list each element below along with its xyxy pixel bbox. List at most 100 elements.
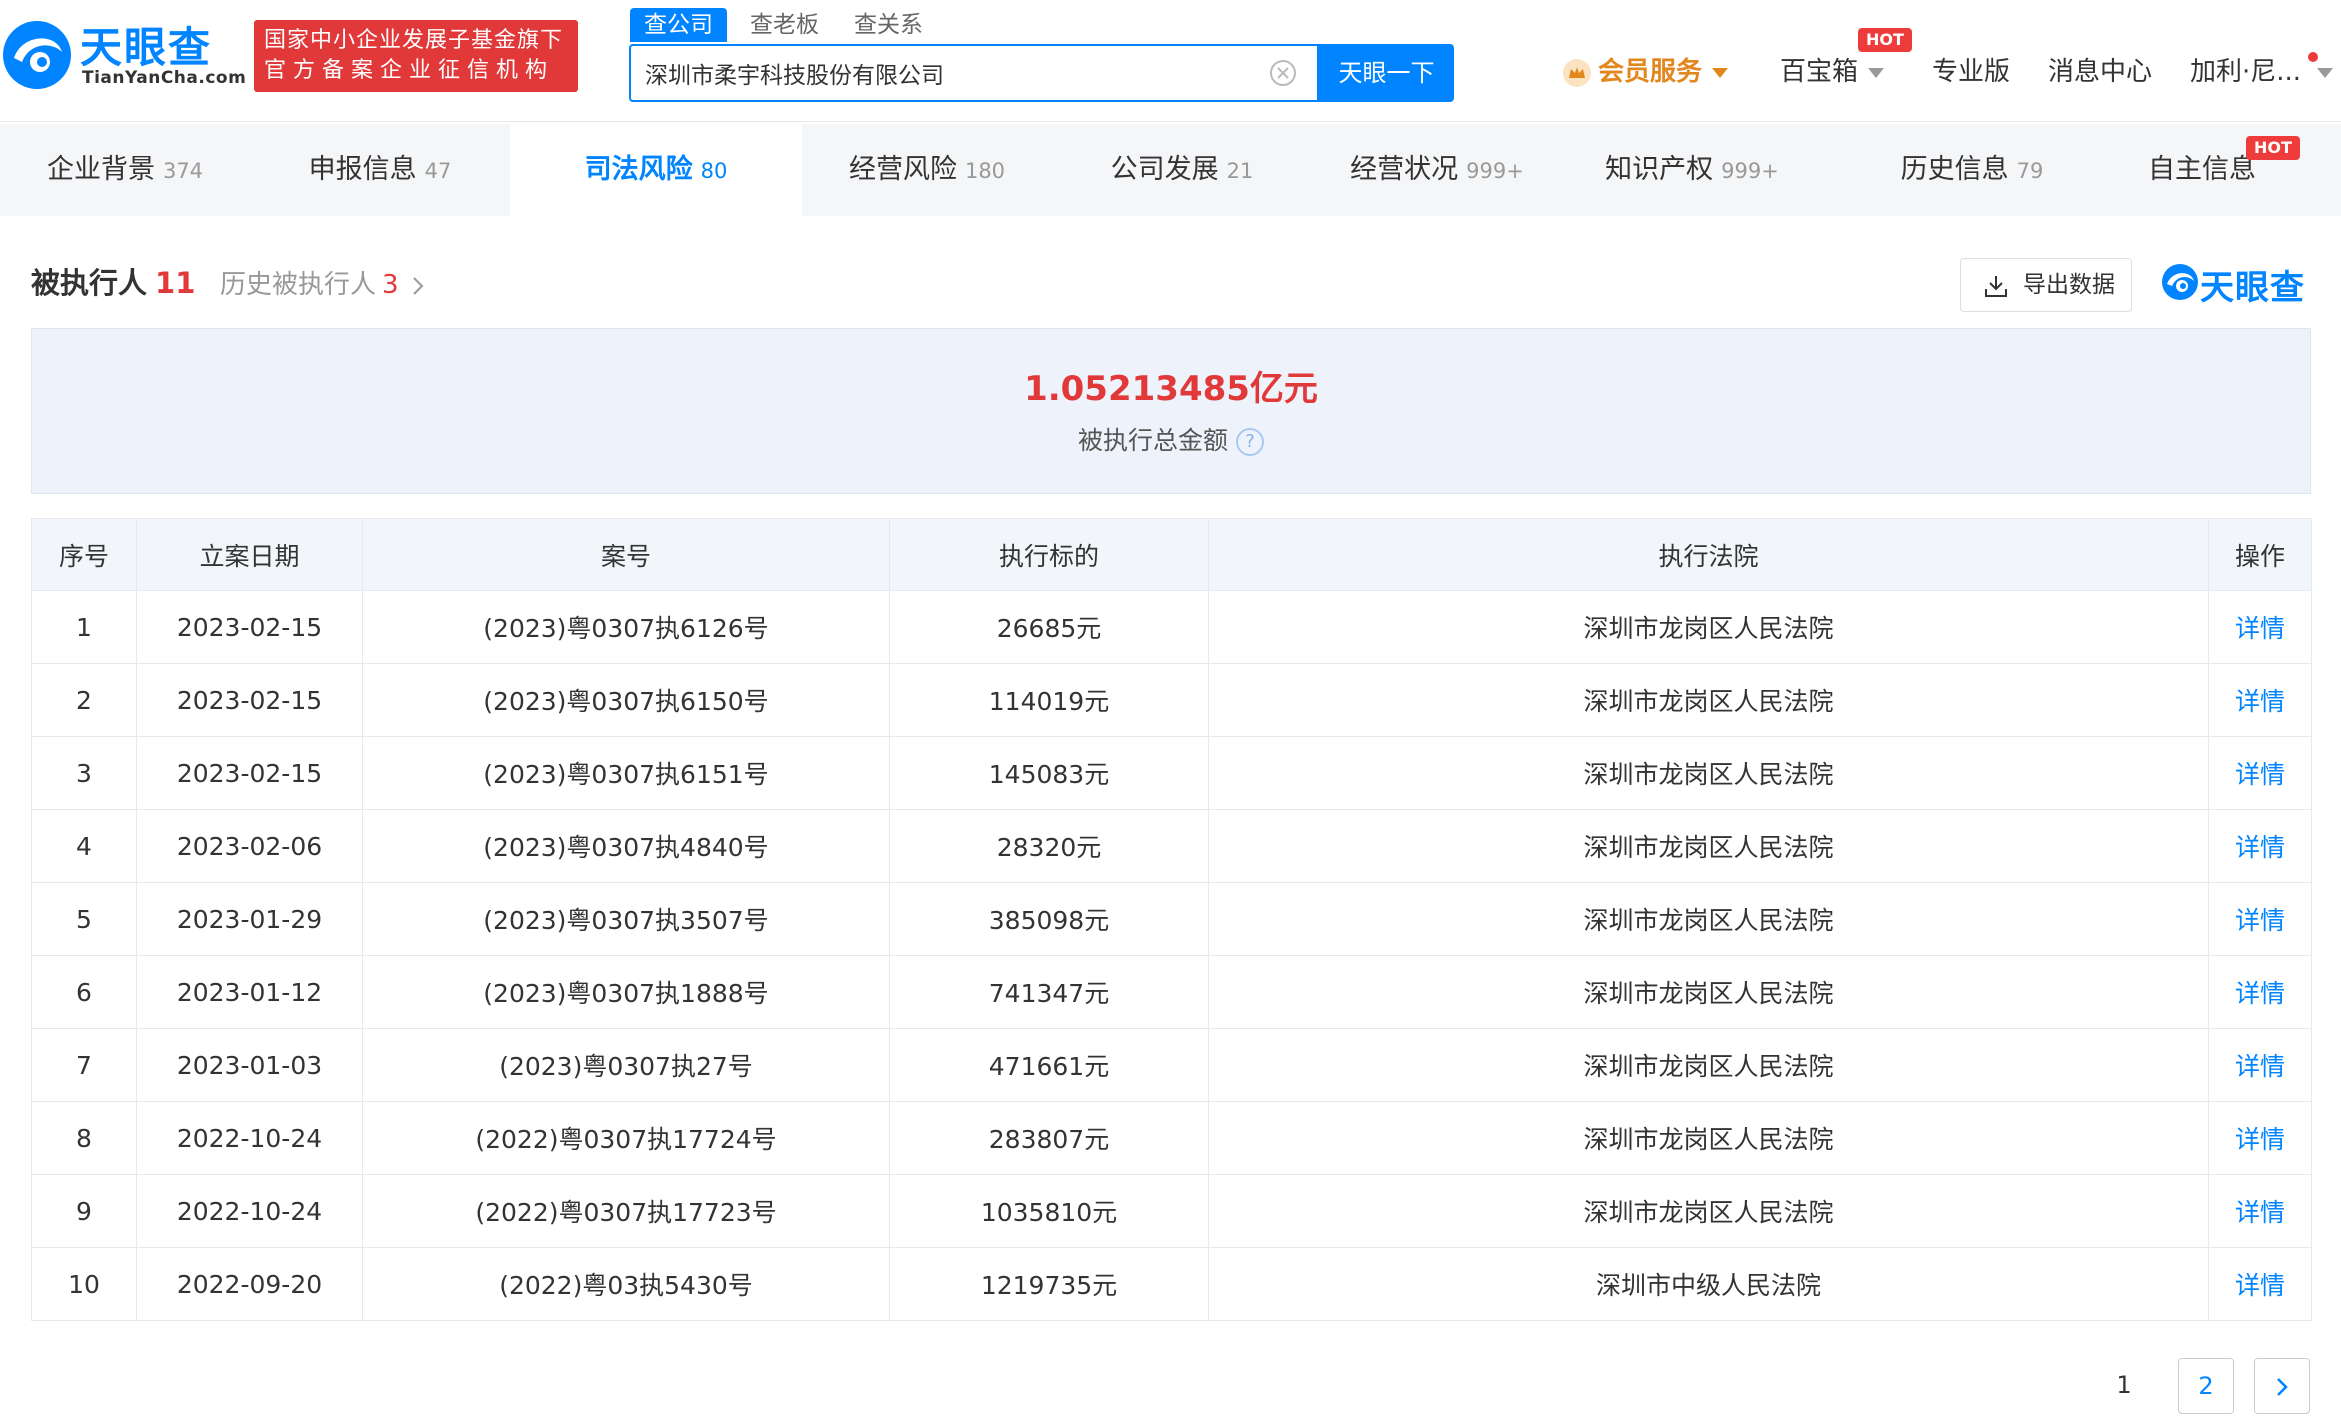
header-court: 执行法院 [1208, 518, 2209, 591]
total-amount-label-text: 被执行总金额 [1077, 426, 1228, 455]
tab-count: 47 [424, 159, 452, 183]
search-tab-relation[interactable]: 查关系 [840, 8, 937, 42]
cell-case: (2023)粤0307执6150号 [362, 663, 890, 737]
tianyancha-logo-icon [2162, 264, 2198, 300]
hot-badge: HOT [1858, 28, 1912, 52]
vip-service-menu[interactable]: 会员服务 [1562, 52, 1729, 92]
table-row: 8 2022-10-24 (2022)粤0307执17724号 283807元 深圳市龙… [31, 1101, 2312, 1175]
treasure-box-menu[interactable]: 百宝箱 [1780, 52, 1885, 92]
cell-date: 2023-02-06 [136, 809, 363, 883]
tab-count: 79 [2016, 159, 2044, 183]
tab-operating-status[interactable]: 经营状况 999+ [1312, 124, 1562, 216]
header-execution-amount: 执行标的 [889, 518, 1209, 591]
tab-count: 21 [1226, 159, 1254, 183]
cell-court: 深圳市龙岗区人民法院 [1208, 663, 2209, 737]
cell-court: 深圳市中级人民法院 [1208, 1247, 2209, 1321]
cell-amount: 385098元 [889, 882, 1209, 956]
detail-link[interactable]: 详情 [2208, 1174, 2312, 1248]
detail-link[interactable]: 详情 [2208, 1101, 2312, 1175]
tab-operating-risk[interactable]: 经营风险 180 [802, 124, 1052, 216]
cell-date: 2022-10-24 [136, 1174, 363, 1248]
detail-link[interactable]: 详情 [2208, 955, 2312, 1029]
cell-court: 深圳市龙岗区人民法院 [1208, 1028, 2209, 1102]
notification-dot [2308, 52, 2318, 62]
table-row: 5 2023-01-29 (2023)粤0307执3507号 385098元 深圳市龙岗… [31, 882, 2312, 956]
page-1-button[interactable]: 1 [2096, 1358, 2152, 1414]
detail-link[interactable]: 详情 [2208, 1247, 2312, 1321]
tab-enterprise-background[interactable]: 企业背景 374 [0, 124, 250, 216]
tab-intellectual-property[interactable]: 知识产权 999+ [1562, 124, 1822, 216]
header-operation: 操作 [2208, 518, 2312, 591]
message-center-link[interactable]: 消息中心 [2048, 52, 2152, 92]
chevron-down-icon [1712, 67, 1729, 78]
slogan-line-1: 国家中小企业发展子基金旗下 [264, 28, 564, 53]
cell-date: 2023-02-15 [136, 663, 363, 737]
tab-label: 经营状况 [1350, 154, 1459, 185]
tab-label: 申报信息 [308, 154, 417, 185]
tab-company-development[interactable]: 公司发展 21 [1052, 124, 1312, 216]
detail-link[interactable]: 详情 [2208, 882, 2312, 956]
cell-court: 深圳市龙岗区人民法院 [1208, 1174, 2209, 1248]
detail-link[interactable]: 详情 [2208, 1028, 2312, 1102]
detail-link[interactable]: 详情 [2208, 663, 2312, 737]
site-logo[interactable]: 天眼查 TianYanCha.com [0, 14, 247, 94]
cell-court: 深圳市龙岗区人民法院 [1208, 882, 2209, 956]
tab-count: 180 [964, 159, 1006, 183]
table-row: 4 2023-02-06 (2023)粤0307执4840号 28320元 深圳市龙岗区… [31, 809, 2312, 883]
tab-declaration-info[interactable]: 申报信息 47 [250, 124, 510, 216]
tab-count: 80 [700, 159, 728, 183]
header-index: 序号 [31, 518, 137, 591]
search-input[interactable] [645, 46, 1245, 100]
search-box [629, 44, 1319, 102]
header-case-number: 案号 [362, 518, 890, 591]
cell-index: 3 [31, 736, 137, 810]
hot-badge: HOT [2246, 136, 2300, 160]
help-icon[interactable]: ? [1236, 428, 1264, 456]
tab-label: 知识产权 [1605, 154, 1714, 185]
tab-label: 司法风险 [584, 154, 693, 185]
cell-case: (2023)粤0307执27号 [362, 1028, 890, 1102]
history-executed-link[interactable]: 历史被执行人 3 [220, 264, 425, 301]
search-tab-boss[interactable]: 查老板 [736, 8, 833, 42]
cell-court: 深圳市龙岗区人民法院 [1208, 955, 2209, 1029]
tab-label: 经营风险 [848, 154, 957, 185]
logo-en-text: TianYanCha.com [82, 68, 247, 88]
chevron-right-icon [2277, 1378, 2288, 1396]
tab-count: 374 [162, 159, 204, 183]
page-2-button[interactable]: 2 [2178, 1358, 2234, 1414]
cell-date: 2022-09-20 [136, 1247, 363, 1321]
tab-count: 999+ [1721, 159, 1779, 183]
next-page-button[interactable] [2254, 1358, 2310, 1414]
crown-icon [1563, 58, 1591, 87]
detail-link[interactable]: 详情 [2208, 590, 2312, 664]
cell-case: (2022)粤0307执17724号 [362, 1101, 890, 1175]
detail-link[interactable]: 详情 [2208, 736, 2312, 810]
search-button[interactable]: 天眼一下 [1319, 44, 1454, 102]
tab-label: 企业背景 [46, 154, 155, 185]
cell-case: (2023)粤0307执1888号 [362, 955, 890, 1029]
tab-history-info[interactable]: 历史信息 79 [1822, 124, 2122, 216]
table-row: 3 2023-02-15 (2023)粤0307执6151号 145083元 深圳市龙岗… [31, 736, 2312, 810]
vip-label: 会员服务 [1598, 57, 1703, 87]
tab-judicial-risk[interactable]: 司法风险 80 [510, 124, 802, 216]
cell-court: 深圳市龙岗区人民法院 [1208, 590, 2209, 664]
cell-date: 2023-01-03 [136, 1028, 363, 1102]
cell-case: (2023)粤0307执6151号 [362, 736, 890, 810]
cell-case: (2023)粤0307执4840号 [362, 809, 890, 883]
detail-link[interactable]: 详情 [2208, 809, 2312, 883]
history-label: 历史被执行人 [220, 270, 377, 300]
table-row: 1 2023-02-15 (2023)粤0307执6126号 26685元 深圳市龙岗区… [31, 590, 2312, 664]
total-amount-summary: 1.05213485亿元 被执行总金额? [31, 328, 2311, 494]
clear-icon[interactable] [1269, 59, 1297, 87]
search-tab-company[interactable]: 查公司 [630, 8, 727, 42]
section-title: 被执行人 11 [31, 260, 195, 302]
cell-date: 2023-02-15 [136, 736, 363, 810]
treasure-label: 百宝箱 [1780, 57, 1859, 87]
pro-version-link[interactable]: 专业版 [1932, 52, 2010, 92]
cell-date: 2023-01-29 [136, 882, 363, 956]
export-data-button[interactable]: 导出数据 [1960, 258, 2132, 312]
header-filing-date: 立案日期 [136, 518, 363, 591]
table-header-row: 序号 立案日期 案号 执行标的 执行法院 操作 [31, 518, 2312, 591]
cell-amount: 145083元 [889, 736, 1209, 810]
cell-amount: 471661元 [889, 1028, 1209, 1102]
